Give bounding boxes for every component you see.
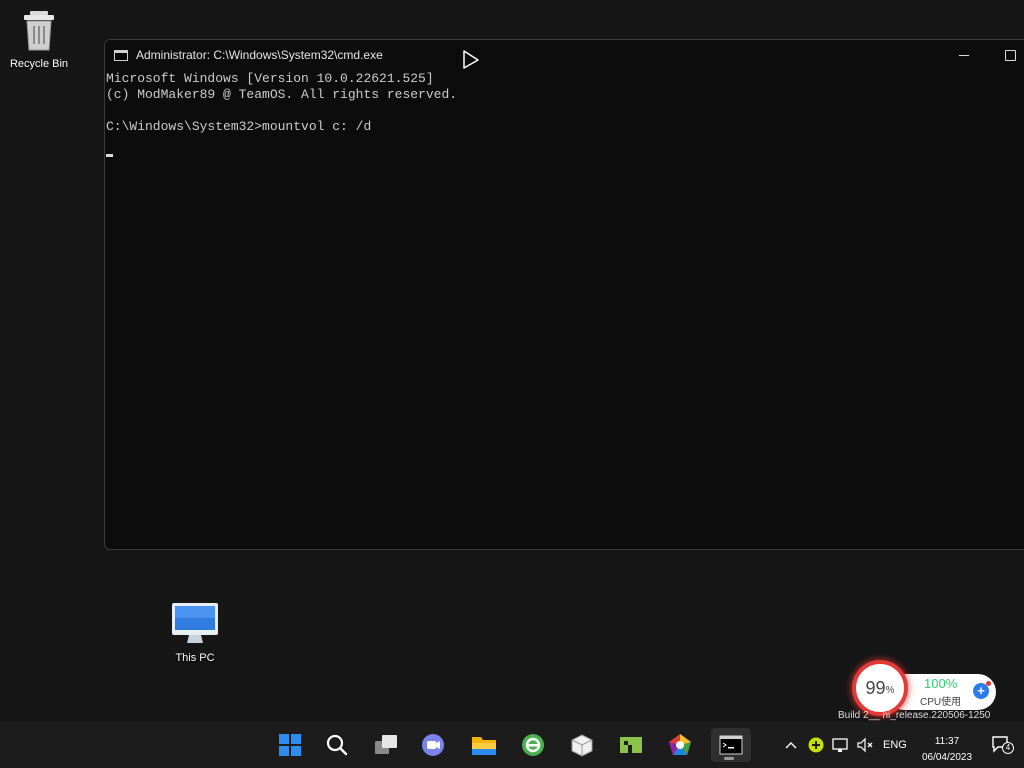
console-line: (c) ModMaker89 @ TeamOS. All rights rese… bbox=[106, 87, 458, 102]
cpu-usage-widget[interactable]: 99% 100% CPU使用 + bbox=[852, 660, 998, 716]
notification-count: 4 bbox=[1005, 743, 1011, 752]
desktop-icon-this-pc[interactable]: This PC bbox=[155, 602, 235, 664]
build-watermark: Build 2__ ni_release.220506-1250 bbox=[838, 710, 991, 721]
memory-percent: 99 bbox=[865, 677, 886, 698]
taskbar-clock[interactable]: 11:37 06/04/2023 bbox=[912, 734, 982, 766]
task-view-button[interactable] bbox=[368, 728, 404, 762]
cmd-titlebar[interactable]: Administrator: C:\Windows\System32\cmd.e… bbox=[105, 40, 1024, 70]
package-icon bbox=[571, 734, 593, 757]
browser-icon bbox=[522, 734, 544, 756]
mouse-pointer-icon bbox=[462, 50, 480, 75]
language-indicator[interactable]: ENG bbox=[883, 722, 907, 768]
start-button[interactable] bbox=[272, 728, 308, 762]
maximize-button[interactable] bbox=[987, 40, 1024, 70]
minimize-button[interactable] bbox=[941, 40, 987, 70]
task-view-icon bbox=[375, 735, 397, 754]
percent-sign: % bbox=[885, 685, 895, 696]
green-app-icon bbox=[620, 737, 642, 753]
network-button[interactable] bbox=[832, 722, 848, 768]
search-icon bbox=[326, 734, 348, 756]
boost-plus-icon[interactable]: + bbox=[973, 681, 991, 699]
console-output[interactable]: Microsoft Windows [Version 10.0.22621.52… bbox=[105, 70, 1024, 162]
this-pc-label: This PC bbox=[175, 652, 215, 664]
cmd-title: Administrator: C:\Windows\System32\cmd.e… bbox=[136, 48, 383, 62]
cmd-app-icon bbox=[114, 49, 128, 61]
minimize-icon bbox=[959, 54, 969, 56]
file-explorer-icon bbox=[472, 737, 496, 755]
colorful-app-icon bbox=[669, 734, 691, 755]
package-app-button[interactable] bbox=[564, 728, 600, 762]
browser-button[interactable] bbox=[515, 728, 551, 762]
tray-app-button[interactable] bbox=[808, 722, 824, 768]
show-hidden-icons-button[interactable] bbox=[785, 722, 797, 768]
teams-chat-icon bbox=[422, 734, 444, 756]
notification-button[interactable]: 4 bbox=[992, 722, 1014, 768]
text-caret bbox=[106, 154, 113, 157]
volume-muted-icon bbox=[857, 737, 873, 753]
maximize-icon bbox=[1004, 49, 1016, 61]
clock-date: 06/04/2023 bbox=[921, 752, 973, 763]
chat-button[interactable] bbox=[415, 728, 451, 762]
green-app-button[interactable] bbox=[613, 728, 649, 762]
desktop-icon-recycle-bin[interactable]: Recycle Bin bbox=[0, 10, 78, 70]
console-line: C:\Windows\System32>mountvol c: /d bbox=[106, 119, 372, 134]
volume-button[interactable] bbox=[857, 722, 875, 768]
memory-usage-ring: 99% bbox=[852, 660, 908, 716]
cmd-taskbar-button[interactable] bbox=[711, 728, 751, 762]
recycle-bin-label: Recycle Bin bbox=[9, 58, 69, 70]
cpu-label: CPU使用 bbox=[920, 697, 962, 708]
computer-icon bbox=[155, 602, 235, 649]
file-explorer-button[interactable] bbox=[466, 728, 502, 762]
search-button[interactable] bbox=[319, 728, 355, 762]
taskbar: ENG 4 bbox=[0, 722, 1024, 768]
clock-time: 11:37 bbox=[934, 736, 960, 747]
network-icon bbox=[832, 738, 848, 752]
cmd-window[interactable]: Administrator: C:\Windows\System32\cmd.e… bbox=[104, 39, 1024, 550]
recycle-bin-icon bbox=[0, 10, 78, 55]
cmd-icon bbox=[719, 735, 743, 755]
cpu-percent: 100% bbox=[924, 676, 958, 691]
chevron-up-icon bbox=[785, 742, 797, 749]
language-label: ENG bbox=[883, 739, 907, 751]
tray-plus-icon bbox=[808, 737, 824, 753]
start-icon bbox=[279, 734, 301, 756]
console-line: Microsoft Windows [Version 10.0.22621.52… bbox=[106, 71, 434, 86]
colorful-app-button[interactable] bbox=[662, 728, 698, 762]
